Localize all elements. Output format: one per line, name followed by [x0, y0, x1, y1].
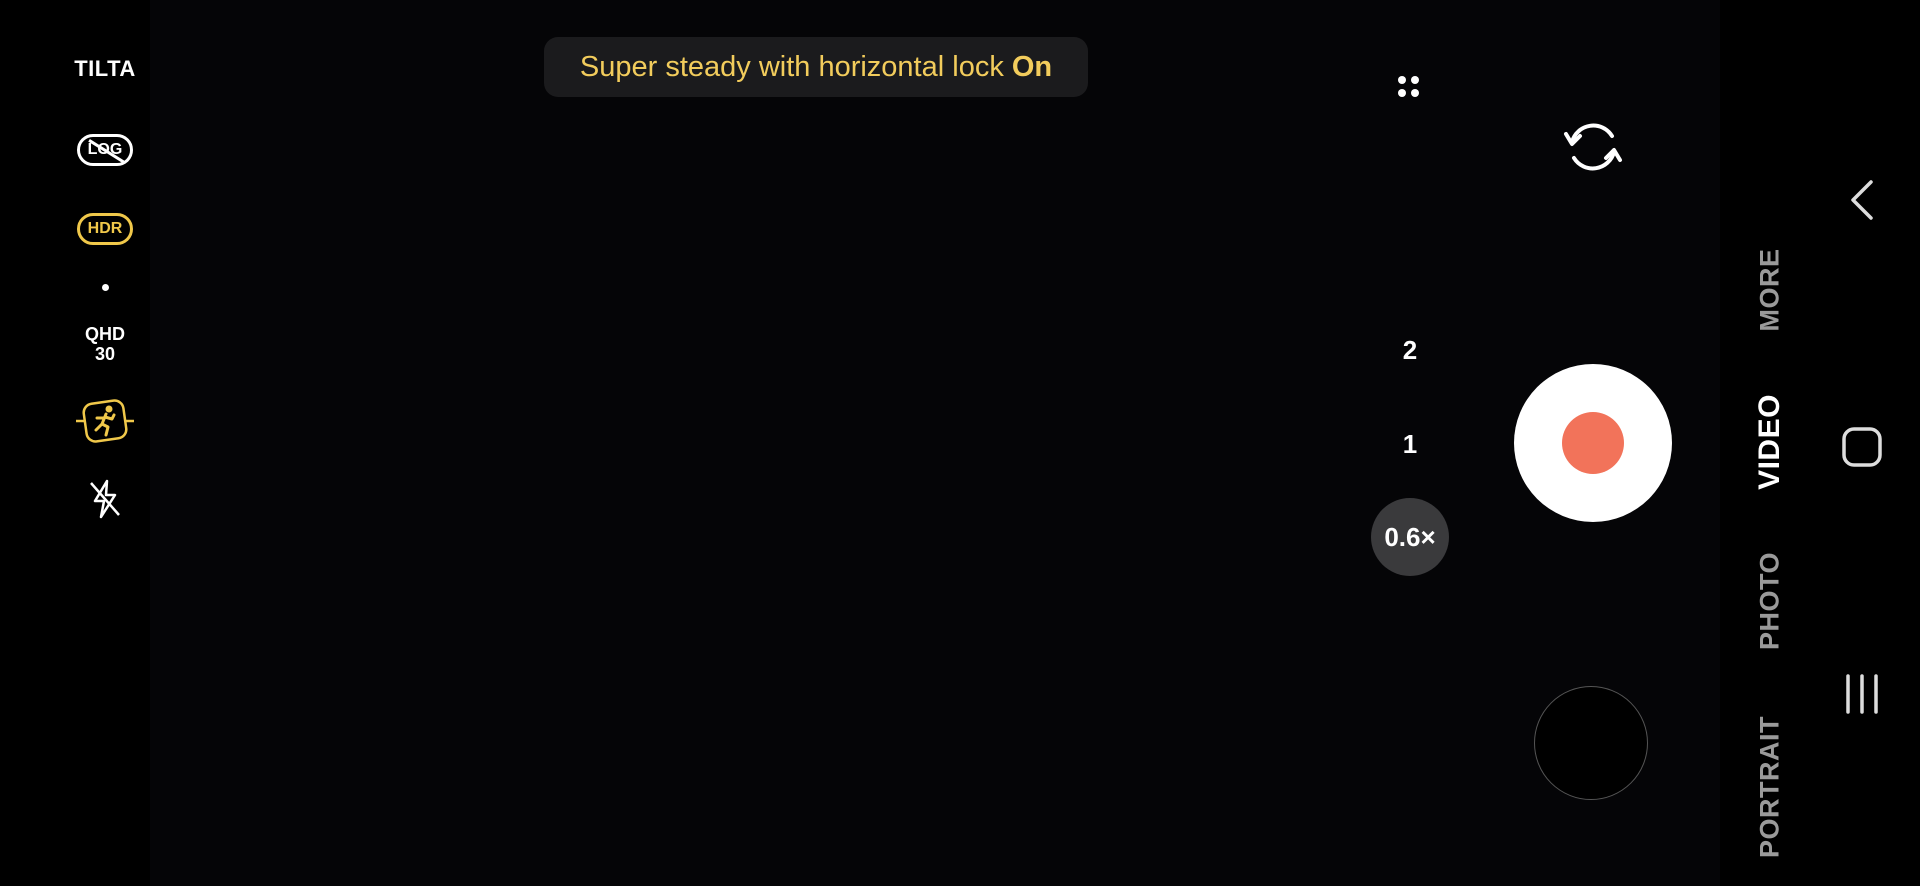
back-chevron-icon	[1851, 180, 1873, 220]
camera-screen: TILTA LOG HDR QHD 30	[0, 0, 1920, 886]
toast-text: Super steady with horizontal lock	[579, 50, 1004, 83]
gallery-thumbnail[interactable]	[1534, 686, 1648, 800]
log-icon: LOG	[77, 134, 133, 166]
back-button[interactable]	[1830, 168, 1894, 232]
settings-column: TILTA LOG HDR QHD 30	[0, 0, 150, 886]
super-steady-toast: Super steady with horizontal lock On	[544, 37, 1088, 97]
super-steady-button[interactable]	[0, 398, 210, 444]
mode-more[interactable]: MORE	[1755, 249, 1786, 332]
hdr-icon: HDR	[77, 213, 133, 245]
toast-state: On	[1011, 50, 1053, 83]
home-icon	[1842, 427, 1882, 467]
zoom-1x-button[interactable]: 1	[1371, 424, 1449, 464]
home-button[interactable]	[1830, 415, 1894, 479]
flash-button[interactable]	[0, 478, 210, 520]
mode-photo[interactable]: PHOTO	[1755, 552, 1786, 650]
mode-video[interactable]: VIDEO	[1753, 394, 1787, 490]
dot-icon	[101, 283, 109, 291]
record-button[interactable]	[1514, 364, 1672, 522]
zoom-0.6x-button[interactable]: 0.6×	[1371, 498, 1449, 576]
recents-button[interactable]	[1830, 662, 1894, 726]
record-dot-icon	[1562, 412, 1624, 474]
resolution-button[interactable]: QHD 30	[0, 322, 210, 366]
recents-icon	[1846, 674, 1878, 714]
mode-portrait[interactable]: PORTRAIT	[1755, 716, 1786, 858]
resolution-value: QHD 30	[85, 324, 125, 364]
running-person-icon	[76, 399, 134, 443]
flash-off-icon	[90, 479, 120, 519]
log-toggle[interactable]: LOG	[0, 132, 210, 168]
brand-label: TILTA	[74, 56, 136, 81]
zoom-2x-button[interactable]: 2	[1371, 330, 1449, 370]
separator-dot	[0, 282, 210, 292]
resolution-label: QHD	[85, 324, 125, 344]
fps-label: 30	[94, 344, 116, 364]
hdr-label: HDR	[87, 220, 123, 237]
flip-camera-icon[interactable]	[1558, 112, 1628, 182]
hdr-toggle[interactable]: HDR	[0, 211, 210, 247]
viewfinder[interactable]	[150, 0, 1720, 886]
more-options-icon[interactable]	[1398, 76, 1422, 100]
